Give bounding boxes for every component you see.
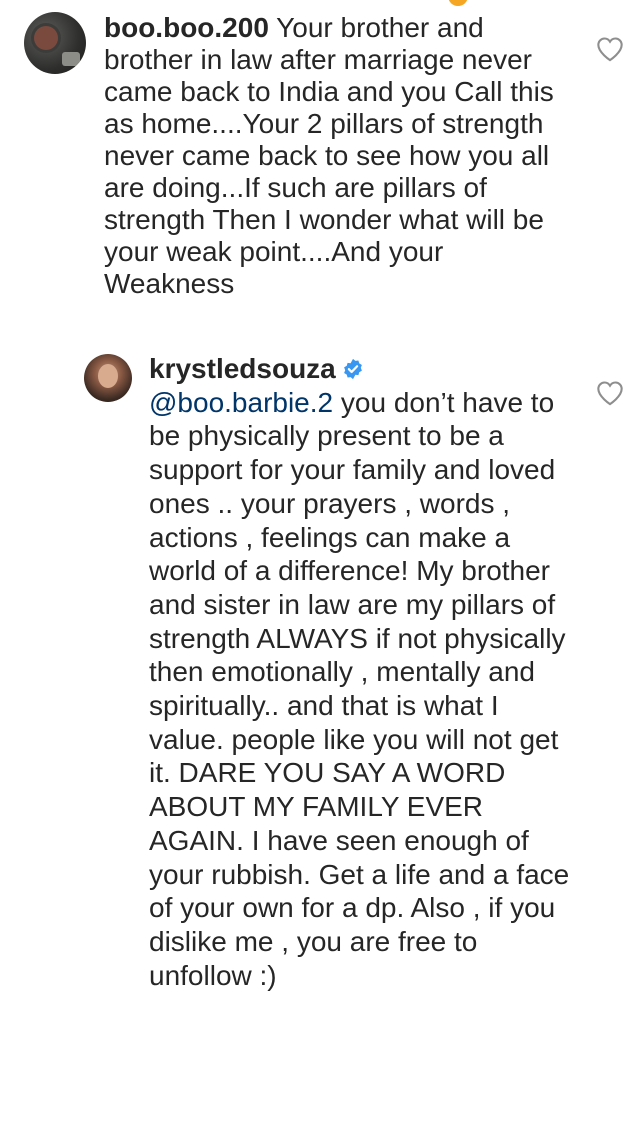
heart-outline-icon[interactable] [596,380,624,406]
comment-text: boo.boo.200 Your brother and brother in … [104,12,570,300]
comment-body: krystledsouza @boo.barbie.2 you don’t hav… [132,352,624,992]
comment-username[interactable]: krystledsouza [149,353,336,384]
reply-comment: krystledsouza @boo.barbie.2 you don’t hav… [84,352,624,992]
comment-message: you don’t have to be physically present … [149,386,570,991]
verified-badge-icon [343,358,362,380]
user-avatar-icon[interactable] [84,354,132,402]
comment-username[interactable]: boo.boo.200 [104,12,269,43]
comment-message: Your brother and brother in law after ma… [104,12,554,299]
comment-body: boo.boo.200 Your brother and brother in … [86,12,624,300]
user-avatar-icon[interactable] [24,12,86,74]
comment-text: krystledsouza @boo.barbie.2 you don’t hav… [149,352,574,992]
comment: boo.boo.200 Your brother and brother in … [24,12,624,300]
heart-outline-icon[interactable] [596,36,624,62]
mention-link[interactable]: @boo.barbie.2 [149,387,333,418]
notification-badge-icon [448,0,468,6]
